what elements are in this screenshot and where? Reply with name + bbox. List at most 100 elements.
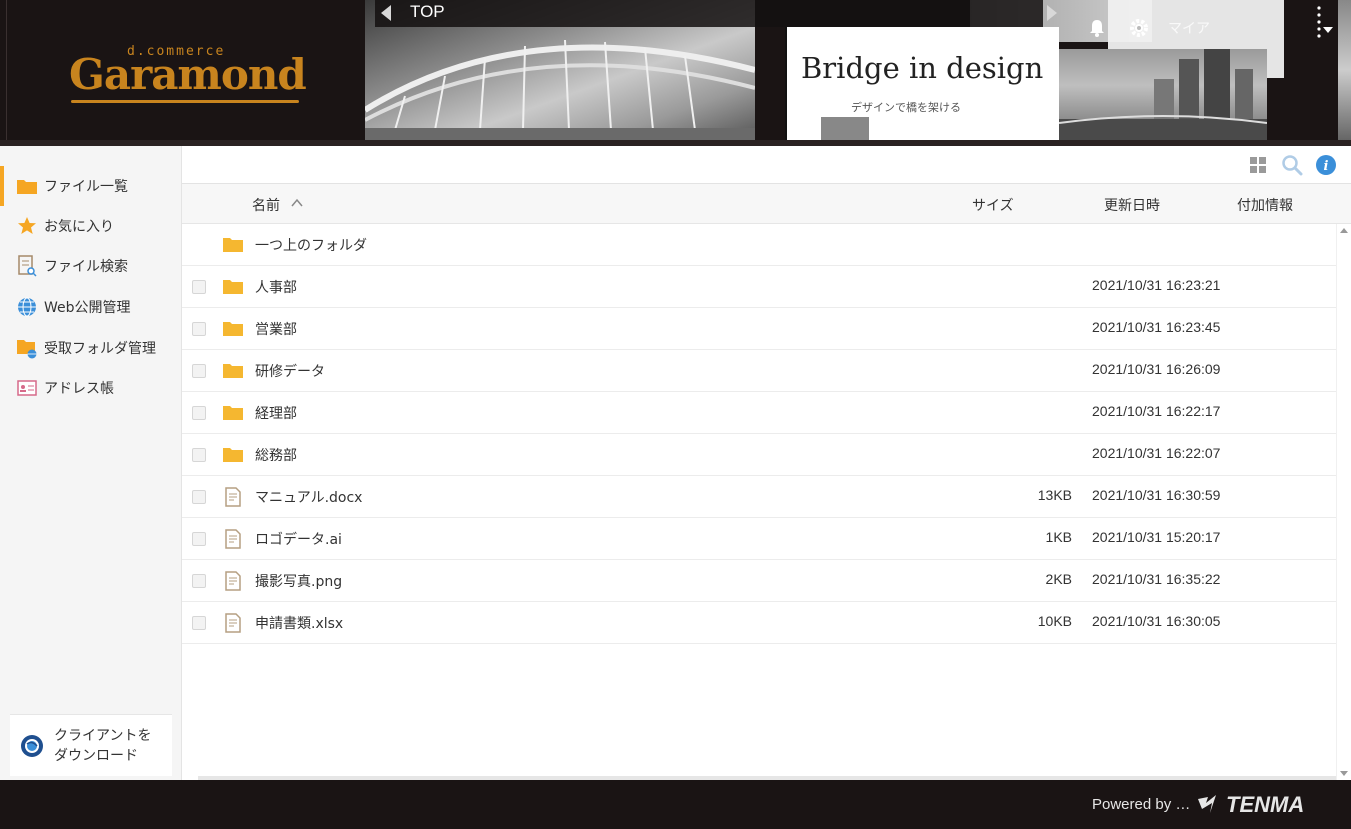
row-checkbox[interactable] xyxy=(192,280,206,294)
banner-city-photo xyxy=(1059,49,1267,140)
row-checkbox[interactable] xyxy=(192,448,206,462)
document-icon xyxy=(225,487,241,507)
table-row[interactable]: 研修データ 2021/10/31 16:26:09 xyxy=(182,350,1336,392)
logo[interactable]: d.commerce Garamond xyxy=(6,0,365,140)
column-extra-info[interactable]: 付加情報 xyxy=(1237,195,1293,215)
parent-folder-row[interactable]: 一つ上のフォルダ xyxy=(182,224,1336,266)
bell-icon[interactable] xyxy=(1086,17,1108,39)
row-name[interactable]: 申請書類.xlsx xyxy=(255,613,343,633)
file-search-icon xyxy=(16,255,38,277)
row-updated: 2021/10/31 16:30:05 xyxy=(1092,613,1221,629)
table-row[interactable]: 人事部 2021/10/31 16:23:21 xyxy=(182,266,1336,308)
breadcrumb-back-icon[interactable] xyxy=(381,5,391,21)
row-name[interactable]: 総務部 xyxy=(255,445,297,465)
sidebar-item-label: お気に入り xyxy=(44,219,114,235)
row-updated: 2021/10/31 16:26:09 xyxy=(1092,361,1221,377)
kebab-menu-icon[interactable] xyxy=(1312,4,1326,40)
folder-icon xyxy=(223,280,243,294)
row-name[interactable]: 研修データ xyxy=(255,361,325,381)
sidebar-item-address-book[interactable]: アドレス帳 xyxy=(0,368,181,408)
caret-down-icon[interactable] xyxy=(1323,27,1333,33)
row-checkbox[interactable] xyxy=(192,406,206,420)
document-icon xyxy=(225,571,241,591)
column-header: 名前 サイズ 更新日時 付加情報 xyxy=(182,184,1351,224)
folder-icon xyxy=(16,175,38,197)
column-updated[interactable]: 更新日時 xyxy=(1104,195,1160,215)
banner-title: Bridge in design xyxy=(801,51,1044,85)
logo-underline xyxy=(71,100,299,103)
sort-ascending-icon[interactable] xyxy=(290,196,304,210)
row-updated: 2021/10/31 16:23:45 xyxy=(1092,319,1221,335)
row-checkbox[interactable] xyxy=(192,490,206,504)
document-icon xyxy=(225,529,241,549)
banner-subtitle: デザインで橋を架ける xyxy=(851,101,961,114)
banner-photo-edge xyxy=(1338,0,1351,140)
row-updated: 2021/10/31 16:22:17 xyxy=(1092,403,1221,419)
breadcrumb-forward-icon[interactable] xyxy=(1047,5,1057,21)
row-checkbox[interactable] xyxy=(192,574,206,588)
banner-card: Bridge in design デザインで橋を架ける xyxy=(785,27,1059,140)
row-updated: 2021/10/31 16:30:59 xyxy=(1092,487,1221,503)
row-name[interactable]: マニュアル.docx xyxy=(255,487,362,507)
table-row[interactable]: ロゴデータ.ai 1KB 2021/10/31 15:20:17 xyxy=(182,518,1336,560)
row-name[interactable]: 経理部 xyxy=(255,403,297,423)
gear-icon[interactable] xyxy=(1128,17,1150,39)
row-name[interactable]: 撮影写真.png xyxy=(255,571,342,591)
toolbar: i xyxy=(182,146,1351,184)
client-download-icon xyxy=(21,734,43,757)
sidebar-item-file-list[interactable]: ファイル一覧 xyxy=(0,166,181,206)
table-row[interactable]: 申請書類.xlsx 10KB 2021/10/31 16:30:05 xyxy=(182,602,1336,644)
sidebar-item-favorites[interactable]: お気に入り xyxy=(0,206,181,246)
sidebar-item-label: ファイル一覧 xyxy=(44,179,128,195)
user-name[interactable]: マイア xyxy=(1168,18,1210,38)
row-checkbox[interactable] xyxy=(192,532,206,546)
folder-icon xyxy=(223,364,243,378)
parent-folder-label[interactable]: 一つ上のフォルダ xyxy=(255,235,367,255)
column-name[interactable]: 名前 xyxy=(252,195,280,215)
table-row[interactable]: マニュアル.docx 13KB 2021/10/31 16:30:59 xyxy=(182,476,1336,518)
sidebar-item-label: Web公開管理 xyxy=(44,300,131,316)
row-checkbox[interactable] xyxy=(192,616,206,630)
sidebar-item-file-search[interactable]: ファイル検索 xyxy=(0,246,181,286)
table-row[interactable]: 撮影写真.png 2KB 2021/10/31 16:35:22 xyxy=(182,560,1336,602)
globe-icon xyxy=(16,296,38,318)
breadcrumb: TOP xyxy=(375,0,1057,27)
row-checkbox[interactable] xyxy=(192,322,206,336)
scroll-down-icon[interactable] xyxy=(1340,771,1348,776)
grid-view-icon[interactable] xyxy=(1247,154,1269,176)
column-size[interactable]: サイズ xyxy=(972,195,1014,215)
inbox-folder-icon xyxy=(16,337,38,359)
sidebar-item-label: 受取フォルダ管理 xyxy=(44,341,156,357)
svg-text:i: i xyxy=(1324,159,1329,174)
row-size: 10KB xyxy=(1037,613,1072,629)
sidebar-item-inbox-folders[interactable]: 受取フォルダ管理 xyxy=(0,328,181,368)
row-name[interactable]: 人事部 xyxy=(255,277,297,297)
client-download-link[interactable]: クライアントを ダウンロード xyxy=(10,714,172,776)
table-row[interactable]: 総務部 2021/10/31 16:22:07 xyxy=(182,434,1336,476)
row-checkbox[interactable] xyxy=(192,364,206,378)
tenma-brand: TENMA xyxy=(1226,792,1305,817)
row-size: 2KB xyxy=(1045,571,1072,587)
folder-icon xyxy=(223,238,243,252)
row-size: 13KB xyxy=(1037,487,1072,503)
scroll-up-icon[interactable] xyxy=(1340,228,1348,233)
breadcrumb-top[interactable]: TOP xyxy=(410,2,445,22)
vertical-scrollbar[interactable] xyxy=(1336,224,1351,780)
sidebar-item-label: ファイル検索 xyxy=(44,259,128,275)
file-list: 一つ上のフォルダ 人事部 2021/10/31 16:23:21 営業部 202… xyxy=(182,224,1336,780)
folder-icon xyxy=(223,406,243,420)
address-card-icon xyxy=(16,377,38,399)
document-icon xyxy=(225,613,241,633)
sidebar-item-web-publish[interactable]: Web公開管理 xyxy=(0,287,181,327)
star-icon xyxy=(16,215,38,237)
row-updated: 2021/10/31 16:22:07 xyxy=(1092,445,1221,461)
table-row[interactable]: 営業部 2021/10/31 16:23:45 xyxy=(182,308,1336,350)
row-name[interactable]: 営業部 xyxy=(255,319,297,339)
powered-by-text: Powered by … xyxy=(1092,796,1191,813)
sidebar-item-label: アドレス帳 xyxy=(44,381,114,397)
info-icon[interactable]: i xyxy=(1315,154,1337,176)
search-icon[interactable] xyxy=(1281,154,1303,176)
row-updated: 2021/10/31 16:23:21 xyxy=(1092,277,1221,293)
row-name[interactable]: ロゴデータ.ai xyxy=(255,529,342,549)
table-row[interactable]: 経理部 2021/10/31 16:22:17 xyxy=(182,392,1336,434)
